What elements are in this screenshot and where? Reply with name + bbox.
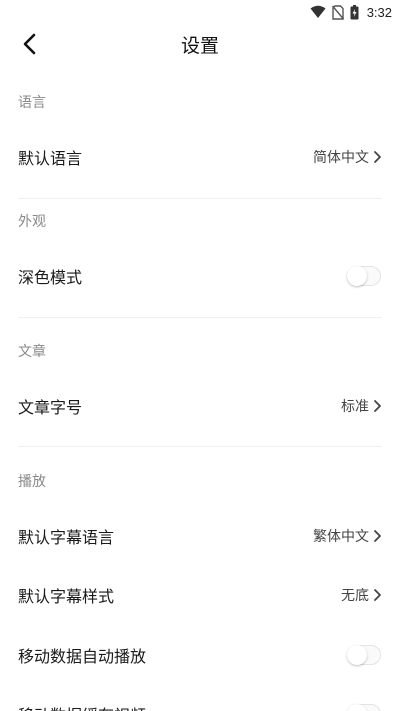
back-button[interactable] [14,30,46,62]
chevron-right-icon [372,399,382,413]
section-header-language: 语言 [18,95,46,111]
row-value-group: 繁体中文 [313,526,382,546]
no-sim-icon [331,4,344,20]
section-header-appearance: 外观 [18,214,46,230]
row-default-subtitle-style[interactable]: 默认字幕样式 无底 [18,575,382,615]
row-label: 默认字幕样式 [18,587,115,606]
row-value: 简体中文 [313,150,369,166]
toggle-knob [347,645,367,665]
row-label: 默认字幕语言 [18,528,115,547]
row-dark-mode[interactable]: 深色模式 [18,256,382,296]
row-label: 默认语言 [18,149,83,168]
row-mobile-data-autoplay[interactable]: 移动数据自动播放 [18,635,382,675]
wifi-icon [310,5,326,19]
row-default-language[interactable]: 默认语言 简体中文 [18,137,382,177]
row-label: 文章字号 [18,398,83,417]
chevron-left-icon [22,33,38,59]
mobile-autoplay-toggle[interactable] [347,645,381,665]
chevron-right-icon [372,529,382,543]
chevron-right-icon [372,588,382,602]
toggle-knob [347,704,367,711]
divider [18,446,382,447]
page-title: 设置 [180,35,219,57]
row-value-group: 无底 [341,585,382,605]
status-icons: 3:32 [310,3,392,21]
row-value-group: 标准 [341,396,382,416]
row-default-subtitle-language[interactable]: 默认字幕语言 繁体中文 [18,516,382,556]
row-label: 移动数据自动播放 [18,647,147,666]
row-value: 繁体中文 [313,529,369,545]
app-bar: 设置 [0,24,400,68]
section-header-article: 文章 [18,344,46,360]
section-header-playback: 播放 [18,474,46,490]
row-mobile-data-cache[interactable]: 移动数据缓存视频 [18,694,382,711]
divider [18,198,382,199]
row-value-group: 简体中文 [313,147,382,167]
status-bar: 3:32 [0,0,400,24]
battery-charging-icon [350,4,359,20]
divider [18,317,382,318]
row-label: 移动数据缓存视频 [18,702,146,711]
settings-screen: 3:32 设置 语言 默认语言 简体中文 外观 深色模式 文章 文章字号 标准 … [0,0,400,711]
row-label: 深色模式 [18,268,83,287]
mobile-cache-toggle[interactable] [347,704,381,711]
row-value: 无底 [341,588,369,604]
chevron-right-icon [372,150,382,164]
row-article-font-size[interactable]: 文章字号 标准 [18,386,382,426]
toggle-knob [347,266,367,286]
dark-mode-toggle[interactable] [347,266,381,286]
row-value: 标准 [341,399,369,415]
status-time: 3:32 [366,4,392,20]
